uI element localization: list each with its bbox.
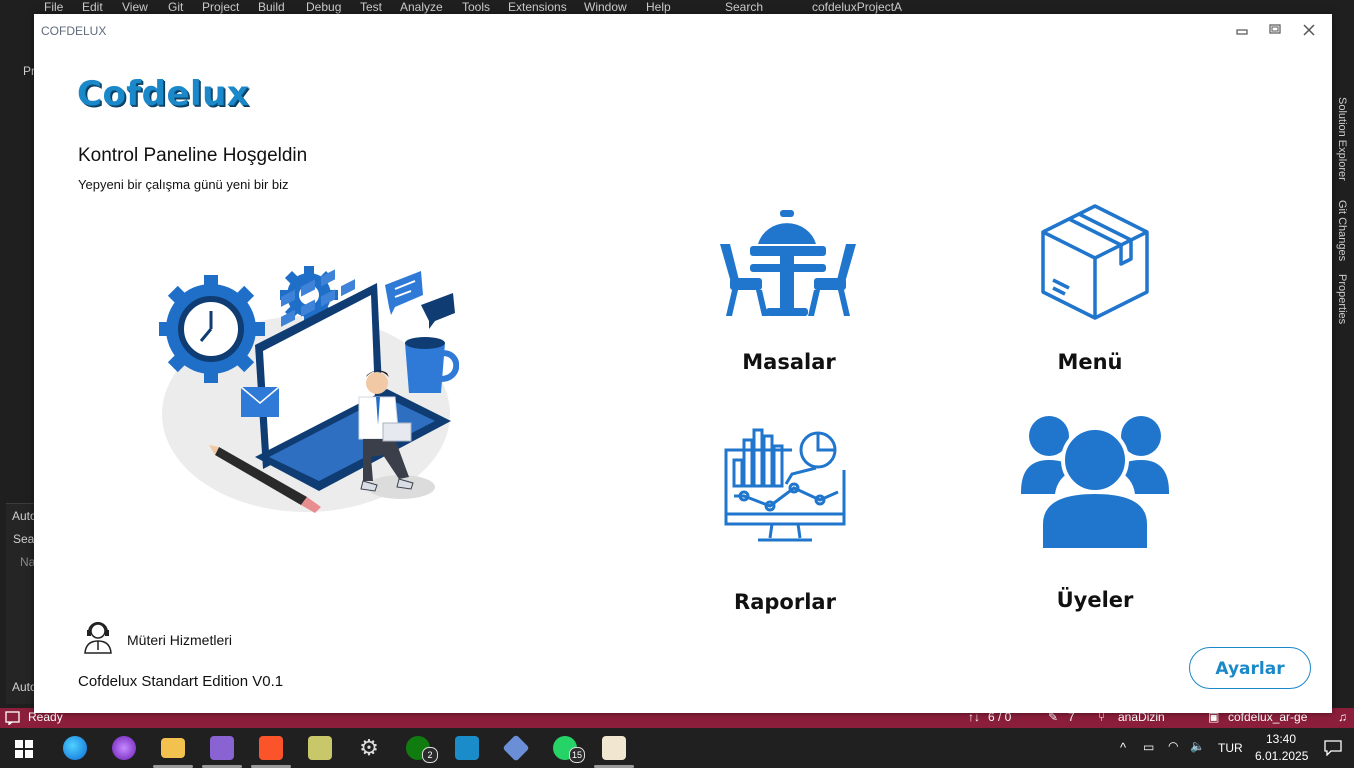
- ide-menu-view[interactable]: View: [122, 0, 148, 14]
- ide-menu-help[interactable]: Help: [646, 0, 671, 14]
- xbox-badge: 2: [422, 747, 438, 763]
- window-titlebar[interactable]: COFDELUX: [34, 14, 1332, 46]
- customer-support-label[interactable]: Müteri Hizmetleri: [127, 632, 232, 648]
- box-icon: [1041, 204, 1149, 320]
- settings-button[interactable]: Ayarlar: [1189, 647, 1311, 689]
- ide-menu-analyze[interactable]: Analyze: [400, 0, 443, 14]
- cofdelux-window: COFDELUX Cofdelux Kontrol Paneline Hoşge…: [34, 14, 1332, 713]
- customer-support-icon: [84, 622, 112, 654]
- volume-icon[interactable]: 🔈: [1190, 739, 1205, 753]
- tor-browser-icon[interactable]: [112, 736, 136, 760]
- ide-menu-git[interactable]: Git: [168, 0, 183, 14]
- windows-start-icon[interactable]: [15, 740, 33, 758]
- visual-studio-icon[interactable]: [210, 736, 234, 760]
- tab-properties[interactable]: Properties: [1336, 274, 1348, 324]
- report-monitor-icon: [724, 428, 846, 542]
- ide-menu-extensions[interactable]: Extensions: [508, 0, 567, 14]
- edge-icon[interactable]: [63, 736, 87, 760]
- battery-icon[interactable]: ▭: [1143, 740, 1154, 754]
- maximize-icon[interactable]: [1265, 20, 1285, 40]
- taskbar: ⚙ 2 15 ^ ▭ ◠ 🔈 TUR 13:40 6.01.2025: [0, 728, 1354, 768]
- ide-menu-build[interactable]: Build: [258, 0, 285, 14]
- dining-table-icon: [720, 210, 856, 316]
- language-indicator[interactable]: TUR: [1218, 741, 1243, 755]
- ide-autos-pane: Auto Sea Na Auto: [6, 503, 37, 704]
- members-label: Üyeler: [1056, 588, 1134, 612]
- ide-menu-tools[interactable]: Tools: [462, 0, 490, 14]
- edition-text: Cofdelux Standart Edition V0.1: [78, 673, 284, 690]
- members-tile[interactable]: Üyeler: [1019, 410, 1171, 612]
- clock-date[interactable]: 6.01.2025: [1255, 749, 1308, 763]
- ide-menu-file[interactable]: File: [44, 0, 63, 14]
- ide-menubar: File Edit View Git Project Build Debug T…: [0, 0, 1354, 14]
- paint-tool-icon[interactable]: [308, 736, 332, 760]
- ide-menu-debug[interactable]: Debug: [306, 0, 341, 14]
- bell-icon[interactable]: ♫: [1338, 710, 1347, 724]
- app-logo: Cofdelux: [77, 74, 250, 114]
- tab-solution-explorer[interactable]: Solution Explorer: [1336, 97, 1348, 181]
- close-icon[interactable]: [1299, 20, 1319, 40]
- welcome-heading: Kontrol Paneline Hoşgeldin: [78, 145, 308, 166]
- menu-tile[interactable]: Menü: [1015, 200, 1165, 386]
- cofdelux-app-icon[interactable]: [602, 736, 626, 760]
- tray-chevron-icon[interactable]: ^: [1120, 740, 1126, 755]
- ide-menu-project[interactable]: Project: [202, 0, 239, 14]
- file-explorer-icon[interactable]: [161, 738, 185, 758]
- minimize-icon[interactable]: [1232, 20, 1252, 40]
- brave-icon[interactable]: [259, 736, 283, 760]
- cube-app-icon[interactable]: [502, 734, 530, 762]
- tagline-text: Yepyeni bir çalışma günü yeni bir biz: [78, 177, 289, 192]
- ide-menu-edit[interactable]: Edit: [82, 0, 103, 14]
- notification-icon[interactable]: [5, 711, 20, 725]
- whatsapp-badge: 15: [569, 747, 585, 763]
- pane-label-search[interactable]: Sea: [13, 532, 34, 546]
- tab-git-changes[interactable]: Git Changes: [1336, 200, 1348, 261]
- window-title: COFDELUX: [41, 24, 107, 38]
- reports-tile[interactable]: Raporlar: [710, 420, 860, 614]
- ide-search[interactable]: Search: [725, 0, 763, 14]
- wifi-icon[interactable]: ◠: [1168, 739, 1178, 753]
- ide-menu-test[interactable]: Test: [360, 0, 382, 14]
- tables-tile[interactable]: Masalar: [714, 206, 864, 386]
- clock-time[interactable]: 13:40: [1266, 732, 1296, 746]
- ide-menu-window[interactable]: Window: [584, 0, 627, 14]
- reports-label: Raporlar: [734, 590, 836, 614]
- workspace-illustration: [159, 266, 459, 513]
- tables-label: Masalar: [742, 350, 836, 374]
- menu-label: Menü: [1057, 350, 1123, 374]
- settings-gear-icon[interactable]: ⚙: [357, 736, 381, 760]
- vscode-app-icon[interactable]: [455, 736, 479, 760]
- ide-project-name: cofdeluxProjectA: [812, 0, 903, 14]
- pane-label-auto-bottom[interactable]: Auto: [12, 680, 37, 694]
- notifications-icon[interactable]: [1324, 740, 1342, 756]
- pane-label-auto[interactable]: Auto: [12, 509, 37, 523]
- users-icon: [1021, 416, 1169, 552]
